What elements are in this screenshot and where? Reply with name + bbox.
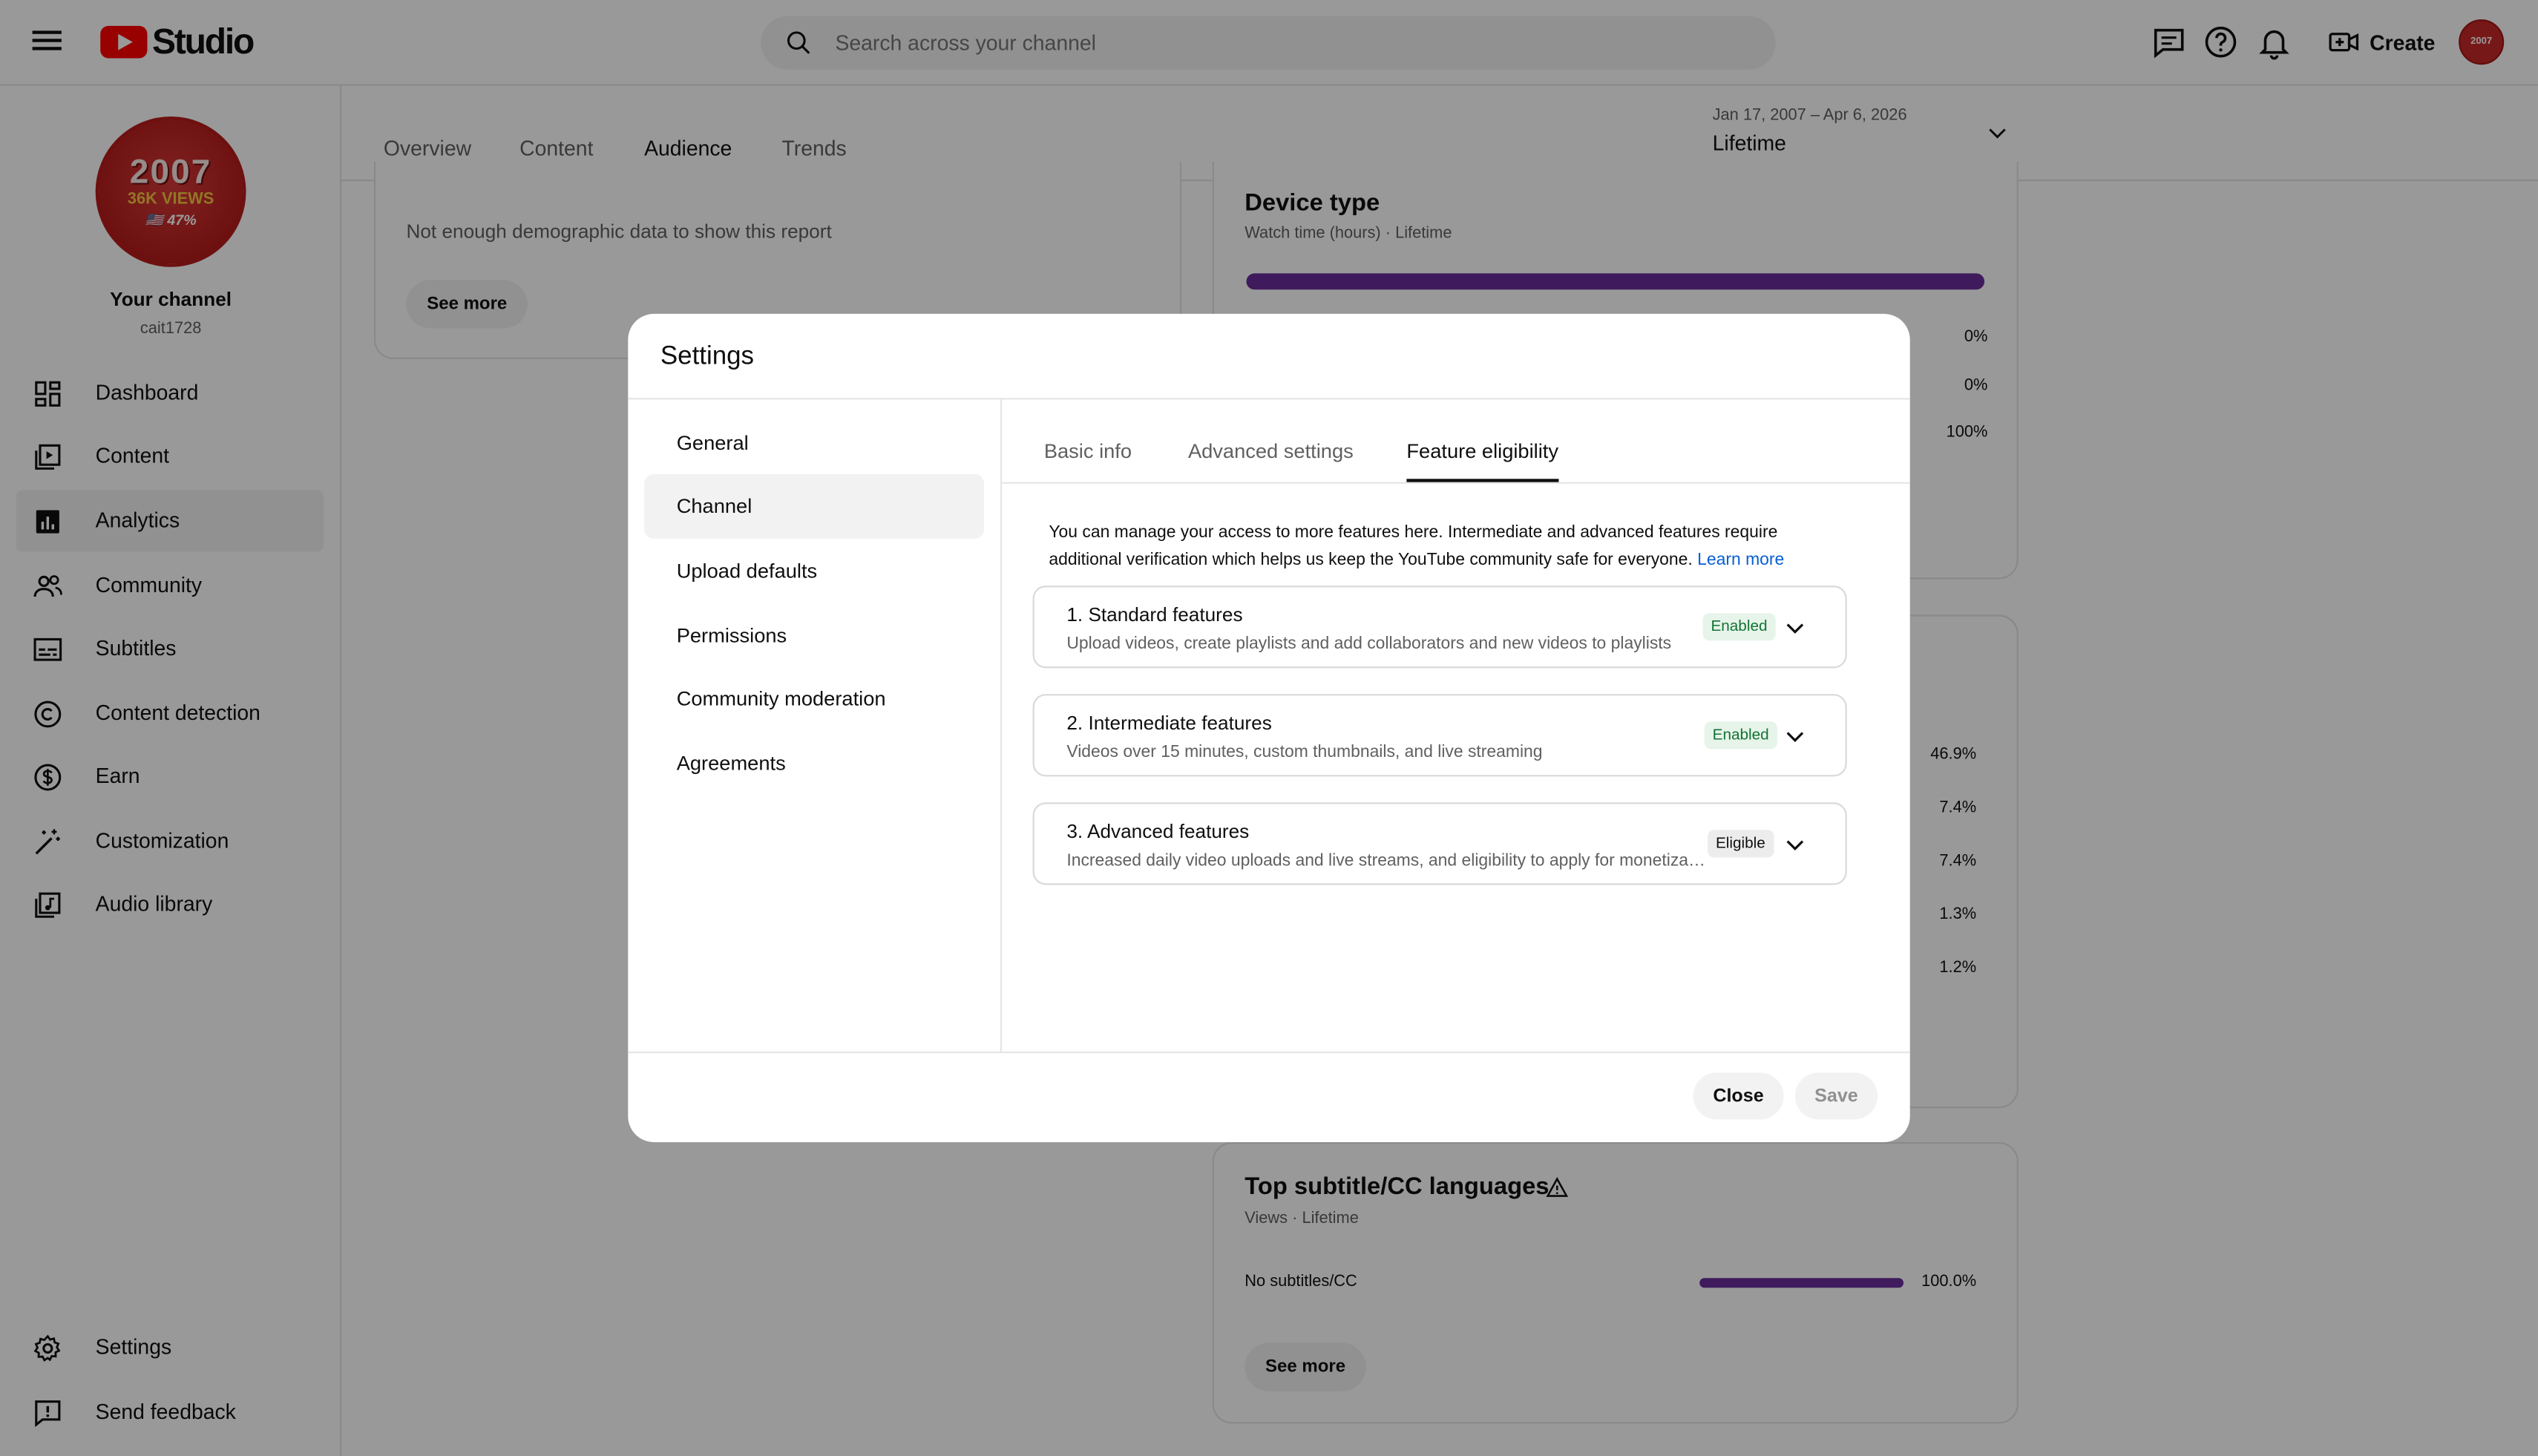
settings-nav-label: Agreements: [676, 752, 786, 775]
settings-nav-channel[interactable]: Channel: [644, 473, 985, 539]
settings-nav-community-moderation[interactable]: Community moderation: [644, 666, 984, 731]
tab-feature-eligibility[interactable]: Feature eligibility: [1406, 440, 1558, 463]
divider: [1002, 482, 1910, 484]
feature-title: 1. Standard features: [1066, 603, 1243, 626]
dialog-title: Settings: [660, 343, 754, 371]
settings-nav-label: Channel: [676, 495, 752, 518]
status-badge: Enabled: [1702, 613, 1776, 641]
learn-more-link[interactable]: Learn more: [1697, 549, 1784, 568]
feature-standard[interactable]: 1. Standard features Upload videos, crea…: [1032, 586, 1847, 669]
status-badge: Enabled: [1704, 721, 1777, 750]
feature-intermediate[interactable]: 2. Intermediate features Videos over 15 …: [1032, 694, 1847, 777]
divider: [1000, 399, 1003, 1052]
settings-nav-general[interactable]: General: [644, 411, 984, 476]
feature-description: Upload videos, create playlists and add …: [1066, 634, 1672, 654]
settings-nav-label: Community moderation: [676, 687, 886, 711]
save-button[interactable]: Save: [1794, 1072, 1878, 1120]
chevron-down-icon[interactable]: [1782, 832, 1808, 858]
chevron-down-icon[interactable]: [1782, 723, 1808, 749]
divider: [628, 1052, 1910, 1054]
settings-nav-label: General: [676, 432, 749, 455]
feature-title: 2. Intermediate features: [1066, 712, 1272, 735]
settings-nav-upload-defaults[interactable]: Upload defaults: [644, 539, 984, 603]
description-text: You can manage your access to more featu…: [1049, 522, 1778, 569]
tab-advanced-settings[interactable]: Advanced settings: [1188, 440, 1354, 463]
settings-nav-label: Permissions: [676, 624, 787, 647]
divider: [628, 398, 1910, 400]
feature-description: Increased daily video uploads and live s…: [1066, 850, 1706, 870]
chevron-down-icon[interactable]: [1782, 614, 1808, 640]
feature-advanced[interactable]: 3. Advanced features Increased daily vid…: [1032, 802, 1847, 885]
feature-description: Videos over 15 minutes, custom thumbnail…: [1066, 742, 1543, 762]
settings-nav-permissions[interactable]: Permissions: [644, 603, 984, 668]
close-button[interactable]: Close: [1693, 1072, 1784, 1120]
status-badge: Eligible: [1708, 830, 1774, 858]
active-tab-underline: [1406, 479, 1559, 482]
feature-eligibility-description: You can manage your access to more featu…: [1049, 519, 1826, 573]
settings-dialog: Settings General Channel Upload defaults…: [628, 313, 1910, 1143]
tab-basic-info[interactable]: Basic info: [1044, 440, 1132, 463]
feature-title: 3. Advanced features: [1066, 820, 1250, 843]
app-root: Studio Create 2007 2007 36K VIEWS 🇺🇸 47%…: [0, 0, 2538, 1456]
settings-nav-agreements[interactable]: Agreements: [644, 731, 984, 796]
settings-nav-label: Upload defaults: [676, 560, 818, 583]
